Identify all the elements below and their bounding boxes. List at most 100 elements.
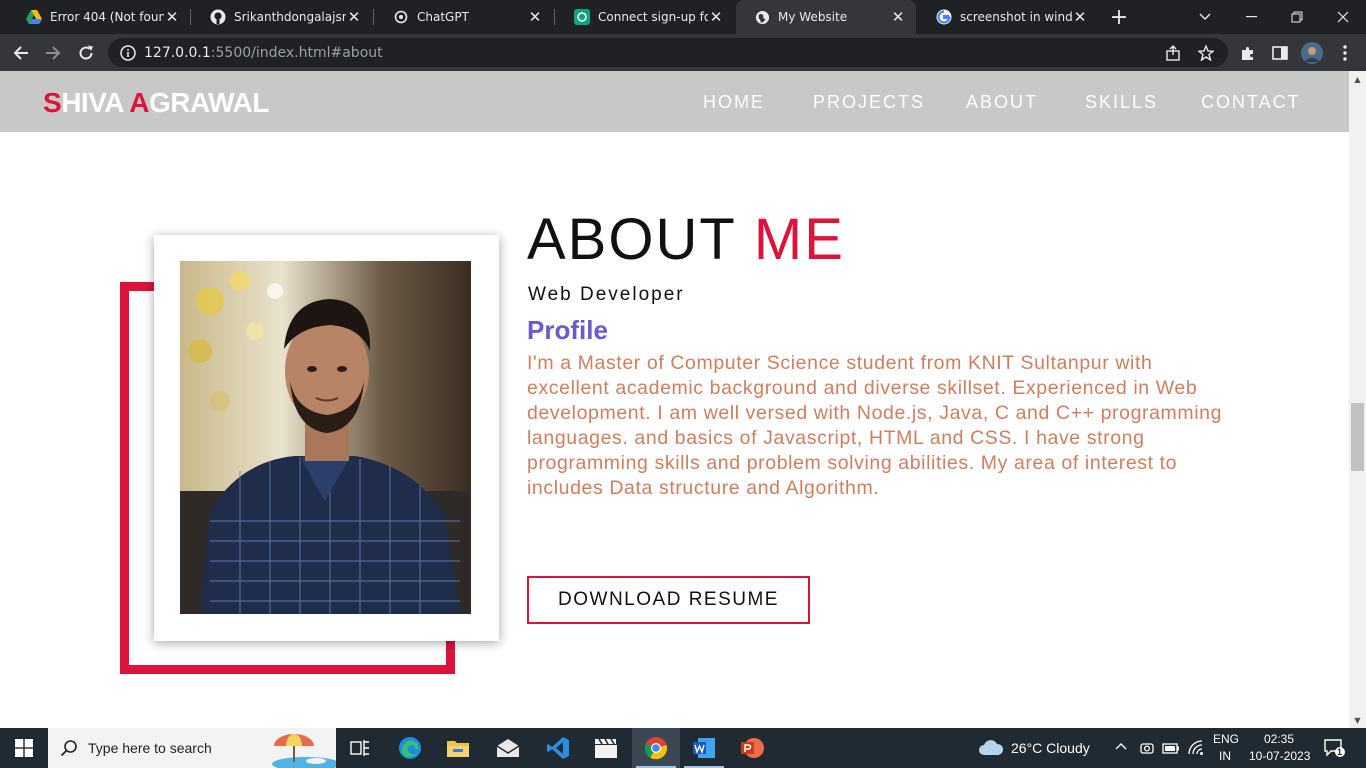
close-icon[interactable]: ✕ (346, 8, 362, 26)
search-placeholder: Type here to search (88, 740, 212, 756)
puzzle-icon (1242, 46, 1253, 60)
profile-avatar[interactable] (1297, 38, 1327, 68)
chatgpt-icon (574, 9, 590, 25)
clock-date[interactable]: 10-07-2023 (1249, 749, 1310, 763)
tab-title: My Website (778, 10, 848, 24)
side-panel-button[interactable] (1265, 38, 1295, 68)
close-icon[interactable]: ✕ (1072, 8, 1088, 26)
windows-logo-icon (15, 739, 33, 757)
start-button[interactable] (0, 728, 48, 768)
tab-separator (373, 9, 374, 25)
clock-time[interactable]: 02:35 (1264, 732, 1294, 746)
vscode-icon (547, 737, 569, 759)
new-tab-button[interactable]: + (1106, 4, 1132, 30)
info-icon[interactable] (118, 44, 138, 61)
language-indicator-top[interactable]: ENG (1213, 732, 1239, 746)
battery-icon[interactable] (1162, 740, 1180, 761)
restore-icon (1291, 11, 1303, 23)
chevron-up-icon[interactable] (1115, 738, 1127, 753)
download-resume-button[interactable]: DOWNLOAD RESUME (527, 576, 810, 624)
weather-text[interactable]: 26°C Cloudy (1011, 740, 1090, 756)
close-icon[interactable]: ✕ (708, 8, 724, 26)
browser-tab-strip: Error 404 (Not found)! ✕ Srikanthdongala… (0, 0, 1366, 34)
close-window-button[interactable] (1320, 0, 1366, 34)
minimize-button[interactable] (1228, 0, 1274, 34)
scroll-up-arrow-icon[interactable]: ▲ (1349, 73, 1366, 85)
taskbar-search-box[interactable]: Type here to search (48, 728, 336, 768)
scrollbar-thumb[interactable] (1351, 403, 1364, 471)
task-view-icon (350, 740, 369, 756)
nav-link-projects[interactable]: PROJECTS (813, 92, 925, 113)
windows-taskbar: Type here to search 26°C Cloudy ENG IN 0… (0, 728, 1366, 768)
browser-tab[interactable]: screenshot in windows ✕ (918, 0, 1098, 34)
browser-tab[interactable]: Srikanthdongalajsr (Sri ✕ (192, 0, 372, 34)
back-button[interactable] (6, 38, 36, 68)
browser-tab[interactable]: ChatGPT ✕ (375, 0, 553, 34)
tab-title: screenshot in windows (960, 10, 1072, 24)
restore-button[interactable] (1274, 0, 1320, 34)
taskbar-app-vscode[interactable] (534, 728, 582, 768)
scroll-down-arrow-icon[interactable]: ▼ (1349, 714, 1366, 726)
page-viewport: SHIVA AGRAWAL HOME PROJECTS ABOUT SKILLS… (0, 71, 1349, 728)
about-heading-accent: ME (753, 207, 845, 272)
logo-text: HIVA (61, 87, 130, 118)
chatgpt-icon (393, 9, 409, 25)
profile-heading: Profile (527, 315, 608, 345)
globe-icon (754, 9, 770, 25)
camera-icon[interactable] (1139, 740, 1155, 761)
edge-icon (399, 737, 421, 759)
arrow-right-icon (46, 46, 61, 60)
page-scrollbar[interactable] (1349, 71, 1366, 728)
tab-separator (190, 9, 191, 25)
nav-link-skills[interactable]: SKILLS (1085, 92, 1158, 113)
forward-button[interactable] (38, 38, 68, 68)
browser-tab[interactable]: Connect sign-up form ✕ (556, 0, 734, 34)
close-icon[interactable]: ✕ (527, 8, 543, 26)
browser-tab-active[interactable]: My Website ✕ (736, 0, 916, 34)
tab-search-button[interactable] (1182, 0, 1228, 34)
logo-initial: A (129, 87, 149, 118)
site-logo[interactable]: SHIVA AGRAWAL (43, 87, 269, 119)
browser-menu-button[interactable] (1330, 38, 1360, 68)
wifi-icon[interactable] (1188, 740, 1204, 761)
mail-icon (496, 739, 520, 757)
taskbar-app-edge[interactable] (386, 728, 434, 768)
url-path: :5500/index.html#about (210, 44, 383, 61)
taskbar-app-clipchamp[interactable] (582, 728, 630, 768)
task-view-button[interactable] (336, 728, 384, 768)
close-icon[interactable]: ✕ (164, 8, 180, 26)
taskbar-app-file-explorer[interactable] (434, 728, 482, 768)
side-panel-icon (1272, 46, 1288, 60)
extensions-button[interactable] (1233, 38, 1263, 68)
profile-bio: I'm a Master of Computer Science student… (527, 352, 1223, 499)
address-bar[interactable]: 127.0.0.1:5500/index.html#about (108, 38, 1228, 67)
taskbar-app-chrome[interactable] (632, 728, 680, 768)
language-indicator-bottom[interactable]: IN (1219, 749, 1231, 763)
browser-toolbar: 127.0.0.1:5500/index.html#about (0, 34, 1366, 71)
notification-icon[interactable] (1324, 738, 1346, 763)
nav-link-contact[interactable]: CONTACT (1201, 92, 1301, 113)
word-icon (693, 738, 715, 758)
logo-initial: S (43, 87, 62, 118)
arrow-left-icon (13, 46, 28, 60)
reload-button[interactable] (71, 38, 101, 68)
tab-title: ChatGPT (417, 10, 469, 24)
chrome-icon (644, 737, 668, 760)
taskbar-app-mail[interactable] (484, 728, 532, 768)
search-icon (60, 739, 80, 757)
bookmark-star-icon[interactable] (1198, 38, 1214, 67)
logo-text: GRAWAL (148, 87, 269, 118)
close-icon[interactable]: ✕ (890, 8, 906, 26)
about-heading: ABOUT ME (527, 206, 845, 273)
more-vertical-icon (1343, 45, 1347, 61)
nav-link-about[interactable]: ABOUT (966, 92, 1038, 113)
weather-icon[interactable] (978, 737, 1004, 761)
powerpoint-icon (741, 738, 764, 758)
taskbar-app-powerpoint[interactable] (728, 728, 776, 768)
share-icon[interactable] (1165, 38, 1181, 67)
nav-link-home[interactable]: HOME (703, 92, 765, 113)
profile-photo (180, 261, 471, 614)
browser-tab[interactable]: Error 404 (Not found)! ✕ (8, 0, 190, 34)
minimize-icon (1245, 16, 1257, 18)
taskbar-app-word[interactable] (680, 728, 728, 768)
